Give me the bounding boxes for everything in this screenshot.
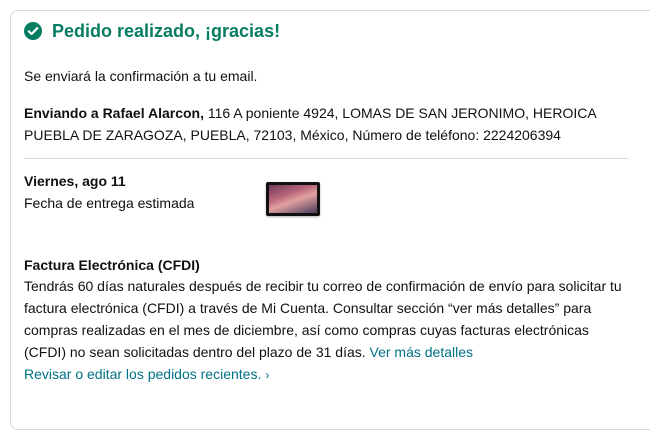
shipping-recipient: Enviando a Rafael Alarcon, (24, 105, 204, 121)
product-thumbnail[interactable] (264, 169, 322, 229)
factura-description: Tendrás 60 días naturales después de rec… (24, 275, 628, 363)
delivery-date-label: Fecha de entrega estimada (24, 195, 195, 211)
order-confirmation-content: Pedido realizado, ¡gracias! Se enviará l… (24, 18, 628, 363)
confirmation-header: Pedido realizado, ¡gracias! (24, 18, 628, 44)
factura-text: Tendrás 60 días naturales después de rec… (24, 278, 622, 360)
chevron-right-icon: › (265, 368, 270, 382)
page-title: Pedido realizado, ¡gracias! (52, 21, 281, 41)
shipping-address: Enviando a Rafael Alarcon, 116 A ponient… (24, 102, 628, 146)
email-confirmation-message: Se enviará la confirmación a tu email. (24, 68, 258, 84)
monitor-image (266, 182, 320, 216)
review-orders-link[interactable]: Revisar o editar los pedidos recientes. › (24, 364, 269, 385)
divider (24, 158, 628, 159)
delivery-section: Viernes, ago 11 Fecha de entrega estimad… (24, 171, 628, 241)
delivery-date: Viernes, ago 11 (24, 173, 126, 189)
factura-title: Factura Electrónica (CFDI) (24, 257, 200, 273)
check-circle-icon (24, 22, 42, 40)
review-orders-label: Revisar o editar los pedidos recientes. (24, 366, 262, 382)
ver-mas-detalles-link[interactable]: Ver más detalles (370, 344, 474, 360)
